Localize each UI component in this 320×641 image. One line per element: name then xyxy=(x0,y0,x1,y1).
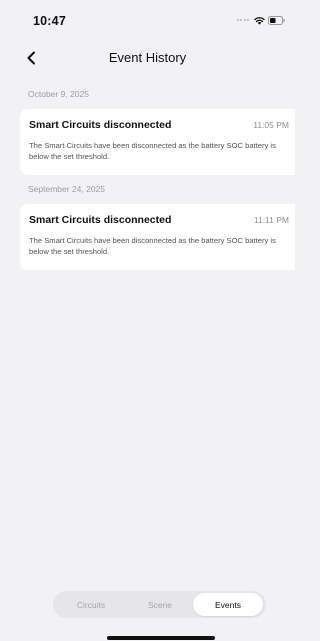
phone-screen: 10:47 Event History October 9, 2025 Smar… xyxy=(0,0,295,641)
event-description: The Smart Circuits have been disconnecte… xyxy=(29,236,276,256)
view-switcher: Circuits Scene Events xyxy=(53,591,266,618)
date-header: September 24, 2025 xyxy=(28,184,106,194)
home-indicator xyxy=(107,636,215,640)
battery-icon xyxy=(268,15,285,25)
wifi-icon xyxy=(254,16,265,25)
status-icons xyxy=(236,14,286,26)
status-bar: 10:47 xyxy=(0,0,295,36)
tab-events[interactable]: Events xyxy=(193,593,263,616)
tab-circuits[interactable]: Circuits xyxy=(56,593,126,616)
event-time: 11:11 PM xyxy=(253,215,289,225)
page-title: Event History xyxy=(108,50,187,65)
event-title: Smart Circuits disconnected xyxy=(29,119,172,131)
tab-scene[interactable]: Scene xyxy=(125,593,195,616)
date-header: October 9, 2025 xyxy=(28,89,89,99)
event-time: 11:05 PM xyxy=(253,120,289,130)
cellular-signal-icon xyxy=(236,19,249,21)
event-title: Smart Circuits disconnected xyxy=(29,214,172,226)
nav-bar: Event History xyxy=(0,40,295,76)
event-description: The Smart Circuits have been disconnecte… xyxy=(29,141,276,161)
event-card[interactable]: Smart Circuits disconnected 11:05 PM The… xyxy=(20,109,295,175)
event-card[interactable]: Smart Circuits disconnected 11:11 PM The… xyxy=(20,204,295,270)
status-time: 10:47 xyxy=(33,14,66,28)
